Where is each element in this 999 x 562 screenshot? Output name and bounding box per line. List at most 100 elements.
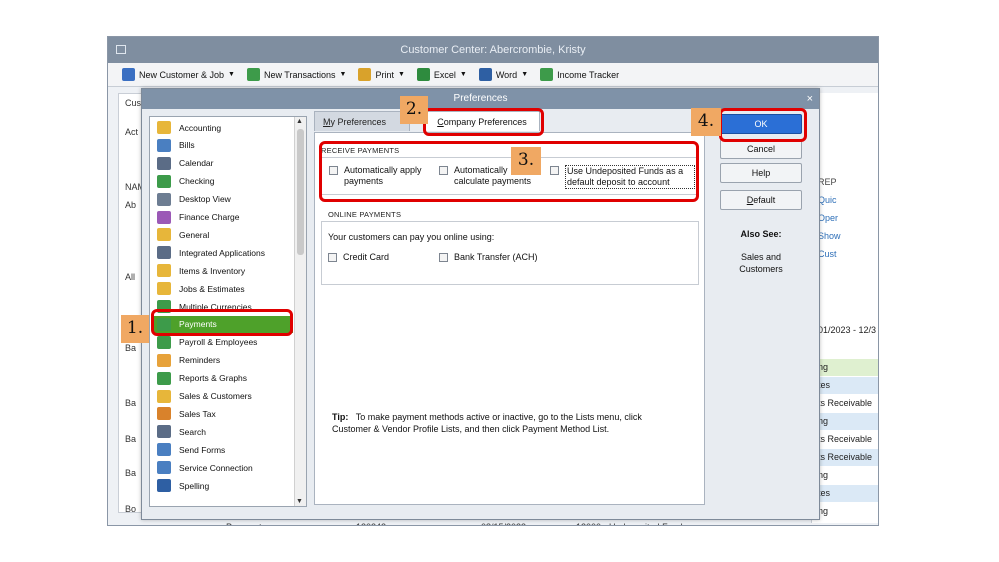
- reports-graphs-icon: [157, 371, 171, 385]
- send-forms-icon: [157, 443, 171, 457]
- category-item-accounting[interactable]: Accounting: [153, 119, 293, 136]
- online-payments-intro: Your customers can pay you online using:: [328, 232, 495, 242]
- highlight-company-preferences: [423, 108, 544, 136]
- accounting-icon: [157, 121, 171, 134]
- service-connection-icon: [157, 461, 171, 475]
- customer-list-fragment: Ba: [125, 343, 137, 353]
- category-label: Jobs & Estimates: [179, 283, 245, 294]
- customer-list-fragment: Ba: [125, 468, 137, 478]
- category-item-bills[interactable]: Bills: [153, 137, 293, 154]
- toolbar-item-4[interactable]: Word ▼: [478, 68, 528, 81]
- bank-transfer-checkbox[interactable]: Bank Transfer (ACH): [439, 252, 538, 263]
- category-item-reminders[interactable]: Reminders: [153, 352, 293, 369]
- category-item-search[interactable]: Search: [153, 423, 293, 440]
- payroll-icon: [157, 335, 171, 349]
- app-title: Customer Center: Abercrombie, Kristy: [400, 44, 586, 56]
- category-item-jobs-estimates[interactable]: Jobs & Estimates: [153, 280, 293, 297]
- transaction-cell: 08/15/2023: [481, 522, 526, 525]
- app-toolbar: New Customer & Job ▼ New Transactions ▼ Prin…: [108, 63, 878, 87]
- general-icon: [157, 228, 171, 242]
- customer-list-fragment: Ba: [125, 434, 137, 444]
- category-item-sales-tax[interactable]: Sales Tax: [153, 405, 293, 422]
- transaction-account-fragment: tes: [812, 377, 878, 394]
- category-item-checking[interactable]: Checking: [153, 173, 293, 190]
- toolbar-item-3[interactable]: Excel ▼: [416, 68, 467, 81]
- dropdown-arrow-icon[interactable]: ▼: [521, 71, 528, 78]
- category-item-desktop-view[interactable]: Desktop View: [153, 191, 293, 208]
- credit-card-label: Credit Card: [343, 252, 390, 262]
- report-link[interactable]: Oper: [818, 213, 838, 223]
- transactions-panel: REP Quic Oper Show Cust 01/2023 - 12/3 ng tes ts…: [811, 93, 878, 523]
- category-item-finance-charge[interactable]: Finance Charge: [153, 209, 293, 226]
- category-item-reports-graphs[interactable]: Reports & Graphs: [153, 370, 293, 387]
- checkbox-box[interactable]: [328, 253, 337, 262]
- scroll-thumb[interactable]: [297, 129, 304, 255]
- report-link[interactable]: Quic: [818, 195, 837, 205]
- default-label-rest: efault: [753, 195, 776, 205]
- transaction-cell: Payment: [226, 522, 262, 525]
- income-tracker-icon: [540, 68, 554, 81]
- credit-card-checkbox[interactable]: Credit Card: [328, 252, 389, 263]
- date-range: 01/2023 - 12/3: [818, 325, 877, 335]
- customer-list-fragment: All: [125, 272, 136, 282]
- step-3-badge: 3.: [511, 147, 541, 175]
- toolbar-item-0[interactable]: New Customer & Job ▼: [122, 68, 235, 81]
- category-label: Reminders: [179, 355, 221, 366]
- customer-list-fragment: Bo: [125, 504, 137, 514]
- report-link[interactable]: Show: [818, 231, 841, 241]
- category-item-calendar[interactable]: Calendar: [153, 155, 293, 172]
- category-item-service-connection[interactable]: Service Connection: [153, 459, 293, 476]
- toolbar-item-5[interactable]: Income Tracker: [540, 68, 619, 81]
- category-item-payroll-employees[interactable]: Payroll & Employees: [153, 334, 293, 351]
- customer-list-fragment: Ab: [125, 200, 137, 210]
- default-button[interactable]: Default: [720, 190, 802, 210]
- report-link[interactable]: Cust: [818, 249, 837, 259]
- dropdown-arrow-icon[interactable]: ▼: [460, 71, 467, 78]
- help-button[interactable]: Help: [720, 163, 802, 183]
- transaction-account-fragment: ng: [818, 470, 829, 480]
- category-item-general[interactable]: General: [153, 226, 293, 243]
- category-scrollbar[interactable]: ▲ ▼: [294, 117, 306, 506]
- category-item-items-inventory[interactable]: Items & Inventory: [153, 262, 293, 279]
- category-item-sales-customers[interactable]: Sales & Customers: [153, 388, 293, 405]
- app-system-menu-icon[interactable]: [116, 45, 126, 54]
- transaction-account-fragment: tes: [812, 485, 878, 502]
- tip-text: To make payment methods active or inacti…: [332, 412, 642, 434]
- transaction-cell: 120242: [356, 522, 386, 525]
- toolbar-label: Excel: [433, 69, 456, 80]
- customer-list-fragment: Act: [125, 127, 139, 137]
- toolbar-label: Income Tracker: [557, 69, 620, 80]
- tab-my-preferences[interactable]: My Preferences: [314, 111, 410, 131]
- category-label: Items & Inventory: [179, 265, 246, 276]
- online-payments-heading: ONLINE PAYMENTS: [328, 210, 402, 219]
- printer-icon: [358, 68, 372, 81]
- bills-icon: [157, 138, 171, 152]
- category-label: Spelling: [179, 480, 210, 491]
- items-inventory-icon: [157, 264, 171, 278]
- bank-transfer-label: Bank Transfer (ACH): [454, 252, 538, 262]
- highlight-receive-payments: [319, 141, 699, 202]
- toolbar-item-1[interactable]: New Transactions ▼: [246, 68, 347, 81]
- dropdown-arrow-icon[interactable]: ▼: [398, 71, 405, 78]
- customer-list-fragment: Ba: [125, 398, 137, 408]
- category-item-send-forms[interactable]: Send Forms: [153, 441, 293, 458]
- toolbar-label: Print: [375, 69, 394, 80]
- payment-methods-tip: Tip: To make payment methods active or i…: [332, 411, 682, 435]
- cancel-button[interactable]: Cancel: [720, 139, 802, 159]
- excel-icon: [416, 68, 430, 81]
- transaction-account-fragment: ng: [818, 506, 829, 516]
- category-label: General: [179, 229, 210, 240]
- scroll-down-icon[interactable]: ▼: [296, 498, 303, 505]
- scroll-up-icon[interactable]: ▲: [296, 118, 303, 125]
- also-see-sales-customers-link[interactable]: Sales and Customers: [720, 251, 802, 275]
- toolbar-item-2[interactable]: Print ▼: [358, 68, 405, 81]
- dropdown-arrow-icon[interactable]: ▼: [340, 71, 347, 78]
- close-icon[interactable]: ×: [807, 89, 813, 109]
- category-item-spelling[interactable]: Spelling: [153, 477, 293, 494]
- checkbox-box[interactable]: [439, 253, 448, 262]
- category-label: Calendar: [179, 158, 214, 169]
- category-label: Service Connection: [179, 462, 253, 473]
- category-item-integrated-applications[interactable]: Integrated Applications: [153, 244, 293, 261]
- dropdown-arrow-icon[interactable]: ▼: [228, 71, 235, 78]
- transactions-icon: [246, 68, 260, 81]
